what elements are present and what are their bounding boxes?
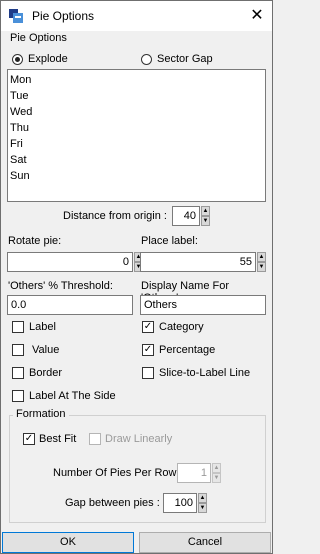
close-icon: ✕	[250, 7, 264, 24]
place-label-label: Place label:	[141, 235, 198, 247]
spin-down-icon[interactable]: ▼	[257, 262, 266, 272]
spin-up-icon[interactable]: ▲	[257, 252, 266, 262]
explode-label: Explode	[28, 53, 68, 65]
percentage-checkbox-text: Percentage	[159, 344, 216, 356]
spin-down-icon[interactable]: ▼	[198, 503, 207, 513]
value-checkbox-text: Value	[32, 344, 60, 356]
explode-radio[interactable]	[12, 54, 23, 65]
check-icon: ✓	[143, 321, 153, 332]
list-item[interactable]: Fri	[8, 136, 265, 152]
place-label-spinner[interactable]: ▲ ▼	[257, 252, 266, 272]
percentage-checkbox[interactable]: ✓	[142, 344, 154, 356]
explode-radio-option[interactable]: Explode	[12, 53, 72, 67]
slice-to-label-checkbox[interactable]	[142, 367, 154, 379]
threshold-label: 'Others' % Threshold:	[8, 280, 113, 292]
list-item[interactable]: Wed	[8, 104, 265, 120]
list-item[interactable]: Mon	[8, 72, 265, 88]
ok-button[interactable]: OK	[2, 532, 134, 553]
best-fit-checkbox-text: Best Fit	[39, 433, 77, 445]
label-at-side-checkbox[interactable]	[12, 390, 24, 402]
value-checkbox[interactable]	[12, 344, 24, 356]
value-checkbox-option[interactable]: Value	[12, 344, 122, 358]
border-checkbox-text: Border	[29, 367, 63, 379]
draw-linearly-checkbox-option: Draw Linearly	[89, 433, 179, 447]
slice-to-label-checkbox-text: Slice-to-Label Line	[159, 367, 251, 379]
pie-options-dialog: Pie Options ✕ Pie Options Explode Sector…	[0, 0, 273, 554]
list-item[interactable]: Thu	[8, 120, 265, 136]
others-name-input[interactable]: Others	[140, 295, 266, 315]
label-checkbox[interactable]	[12, 321, 24, 333]
spin-down-icon: ▼	[212, 473, 221, 483]
rotate-pie-label: Rotate pie:	[8, 235, 62, 247]
best-fit-checkbox-option[interactable]: ✓ Best Fit	[23, 433, 83, 447]
list-item[interactable]: Tue	[8, 88, 265, 104]
distance-label: Distance from origin :	[63, 210, 167, 222]
label-at-side-checkbox-text: Label At The Side	[29, 390, 116, 402]
pie-chart-icon	[9, 9, 23, 23]
draw-linearly-checkbox	[89, 433, 101, 445]
category-checkbox-option[interactable]: ✓ Category	[142, 321, 252, 335]
window-title: Pie Options	[32, 9, 95, 23]
pie-options-label: Pie Options	[10, 32, 67, 44]
spin-up-icon[interactable]: ▲	[201, 206, 210, 216]
spin-up-icon: ▲	[212, 463, 221, 473]
explode-category-list[interactable]: Mon Tue Wed Thu Fri Sat Sun	[7, 69, 266, 202]
best-fit-checkbox[interactable]: ✓	[23, 433, 35, 445]
gap-between-pies-label: Gap between pies :	[65, 497, 160, 509]
threshold-input[interactable]: 0.0	[7, 295, 133, 315]
list-item[interactable]: Sun	[8, 168, 265, 184]
pies-per-row-label: Number Of Pies Per Row:	[53, 467, 180, 479]
gap-between-pies-input[interactable]: 100	[163, 493, 197, 513]
sector-gap-radio-option[interactable]: Sector Gap	[141, 53, 221, 67]
title-bar: Pie Options ✕	[1, 1, 272, 31]
sector-gap-radio[interactable]	[141, 54, 152, 65]
distance-spinner[interactable]: ▲ ▼	[201, 206, 210, 226]
slice-to-label-checkbox-option[interactable]: Slice-to-Label Line	[142, 367, 267, 381]
pies-per-row-spinner: ▲ ▼	[212, 463, 221, 483]
cancel-button[interactable]: Cancel	[139, 532, 271, 553]
label-checkbox-text: Label	[29, 321, 56, 333]
border-checkbox[interactable]	[12, 367, 24, 379]
distance-input[interactable]: 40	[172, 206, 200, 226]
label-checkbox-option[interactable]: Label	[12, 321, 122, 335]
spin-up-icon[interactable]: ▲	[198, 493, 207, 503]
rotate-pie-input[interactable]: 0	[7, 252, 133, 272]
check-icon: ✓	[24, 433, 34, 444]
spin-down-icon[interactable]: ▼	[201, 216, 210, 226]
close-button[interactable]: ✕	[242, 1, 272, 31]
sector-gap-label: Sector Gap	[157, 53, 213, 65]
border-checkbox-option[interactable]: Border	[12, 367, 122, 381]
category-checkbox-text: Category	[159, 321, 204, 333]
check-icon: ✓	[143, 344, 153, 355]
category-checkbox[interactable]: ✓	[142, 321, 154, 333]
place-label-input[interactable]: 55	[140, 252, 256, 272]
list-item[interactable]: Sat	[8, 152, 265, 168]
formation-label: Formation	[13, 408, 69, 420]
gap-between-pies-spinner[interactable]: ▲ ▼	[198, 493, 207, 513]
label-at-side-checkbox-option[interactable]: Label At The Side	[12, 390, 132, 404]
draw-linearly-checkbox-text: Draw Linearly	[105, 433, 173, 445]
percentage-checkbox-option[interactable]: ✓ Percentage	[142, 344, 252, 358]
pies-per-row-input: 1	[177, 463, 211, 483]
